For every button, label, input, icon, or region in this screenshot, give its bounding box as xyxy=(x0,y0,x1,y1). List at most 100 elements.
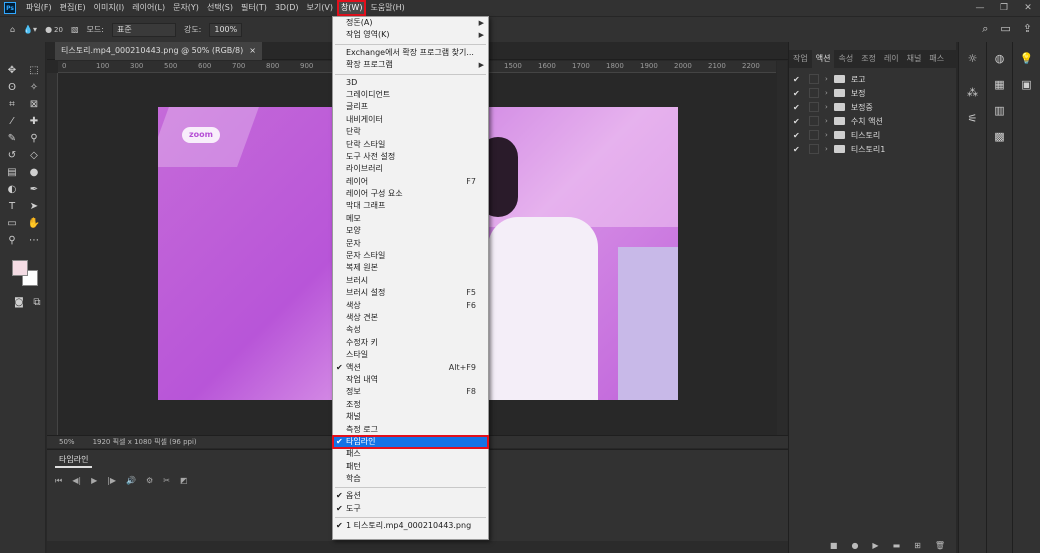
workspace-icon[interactable]: ▭ xyxy=(1000,22,1010,36)
play-icon[interactable]: ▶ xyxy=(91,476,97,486)
lasso-tool-icon[interactable]: ʘ xyxy=(1,79,23,96)
prev-frame-icon[interactable]: ◀| xyxy=(72,476,81,486)
window-menu-item[interactable]: 색상 F6 xyxy=(333,300,488,312)
history-brush-tool-icon[interactable]: ↺ xyxy=(1,147,23,164)
zoom-tool-icon[interactable]: ⚲ xyxy=(1,232,23,249)
menu-item-9[interactable]: 창(W) xyxy=(336,0,367,16)
zoom-level[interactable]: 50% xyxy=(59,438,75,446)
adjust-icon[interactable]: ⚟ xyxy=(962,108,984,128)
action-set-row[interactable]: ✔ › 수치 액션 xyxy=(789,114,956,128)
window-menu-item[interactable]: 채널 xyxy=(333,411,488,423)
window-menu-item[interactable]: 그레이디언트 xyxy=(333,89,488,101)
vertical-ruler[interactable] xyxy=(47,73,58,435)
dodge-tool-icon[interactable]: ◐ xyxy=(1,181,23,198)
window-menu-item[interactable]: ✔ 액션 Alt+F9 xyxy=(333,362,488,374)
panel-tab-2[interactable]: 속성 xyxy=(834,50,857,68)
window-menu-item[interactable]: ✔ 옵션 xyxy=(333,490,488,502)
move-tool-icon[interactable]: ✥ xyxy=(1,62,23,79)
action-toggle-check-icon[interactable]: ✔ xyxy=(793,89,803,98)
panel-tab-4[interactable]: 레이 xyxy=(880,50,903,68)
dialog-toggle-box[interactable] xyxy=(809,144,819,154)
window-menu-item[interactable]: 패턴 xyxy=(333,461,488,473)
menu-item-6[interactable]: 필터(T) xyxy=(237,0,271,16)
foreground-color-swatch[interactable] xyxy=(12,260,28,276)
menu-item-8[interactable]: 보기(V) xyxy=(303,0,337,16)
window-menu-item[interactable]: 3D xyxy=(333,77,488,89)
window-menu-item[interactable]: 단락 xyxy=(333,126,488,138)
new-action-icon[interactable]: ⊞ xyxy=(914,541,921,550)
action-set-row[interactable]: ✔ › 보정 xyxy=(789,86,956,100)
transition-icon[interactable]: ◩ xyxy=(180,476,188,486)
gradient-panel-icon[interactable]: ▥ xyxy=(989,100,1011,120)
record-icon[interactable]: ● xyxy=(851,541,858,550)
window-menu-item[interactable]: 수정자 키 xyxy=(333,337,488,349)
window-menu-item[interactable]: ✔ 타임라인 xyxy=(332,434,489,450)
window-menu-item[interactable]: 정보 F8 xyxy=(333,386,488,398)
window-menu-item[interactable]: 도구 사전 설정 xyxy=(333,151,488,163)
window-menu-item[interactable]: 패스 xyxy=(333,448,488,460)
dialog-toggle-box[interactable] xyxy=(809,130,819,140)
window-menu-item[interactable]: ✔ 도구 xyxy=(333,503,488,515)
blur-tool-icon-active[interactable]: ● xyxy=(23,164,45,181)
close-button[interactable]: ✕ xyxy=(1016,0,1040,16)
screen-mode-icon[interactable]: ⧉ xyxy=(26,294,48,311)
window-menu-item[interactable]: 단락 스타일 xyxy=(333,139,488,151)
window-menu-item[interactable]: 라이브러리 xyxy=(333,163,488,175)
rectangle-tool-icon[interactable]: ▭ xyxy=(1,215,23,232)
window-menu-item[interactable]: 속성 xyxy=(333,324,488,336)
color-panel-icon[interactable]: ◍ xyxy=(989,48,1011,68)
expand-chevron-icon[interactable]: › xyxy=(825,131,828,139)
expand-chevron-icon[interactable]: › xyxy=(825,145,828,153)
window-menu-item[interactable]: 정돈(A) ▶ xyxy=(333,17,488,29)
action-toggle-check-icon[interactable]: ✔ xyxy=(793,75,803,84)
eyedropper-tool-icon[interactable]: ⁄ xyxy=(1,113,23,130)
panel-tab-5[interactable]: 채널 xyxy=(903,50,926,68)
action-toggle-check-icon[interactable]: ✔ xyxy=(793,131,803,140)
dialog-toggle-box[interactable] xyxy=(809,116,819,126)
expand-chevron-icon[interactable]: › xyxy=(825,103,828,111)
menu-item-3[interactable]: 레이어(L) xyxy=(128,0,169,16)
new-set-icon[interactable]: ▬ xyxy=(893,541,901,550)
delete-icon[interactable]: 🗑 xyxy=(935,541,945,550)
brush-settings-icon[interactable]: ▧ xyxy=(71,25,79,34)
action-set-row[interactable]: ✔ › 로고 xyxy=(789,72,956,86)
window-menu-item[interactable]: 학습 xyxy=(333,473,488,485)
document-tab[interactable]: 티스토리.mp4_000210443.png @ 50% (RGB/8) × xyxy=(55,42,262,60)
pattern-panel-icon[interactable]: ▩ xyxy=(989,126,1011,146)
crop-tool-icon[interactable]: ⌗ xyxy=(1,96,23,113)
menu-item-1[interactable]: 편집(E) xyxy=(56,0,90,16)
menu-item-10[interactable]: 도움말(H) xyxy=(366,0,408,16)
more-tools-icon[interactable]: ⋯ xyxy=(23,232,45,249)
window-menu-item[interactable]: 글리프 xyxy=(333,101,488,113)
blur-tool-icon[interactable]: 💧▾ xyxy=(23,25,37,34)
menu-item-7[interactable]: 3D(D) xyxy=(271,0,303,16)
expand-chevron-icon[interactable]: › xyxy=(825,75,828,83)
action-toggle-check-icon[interactable]: ✔ xyxy=(793,117,803,126)
window-menu-item[interactable]: 작업 내역 xyxy=(333,374,488,386)
menu-item-0[interactable]: 파일(F) xyxy=(22,0,56,16)
opacity-input[interactable]: 100% xyxy=(209,22,243,37)
settings-icon[interactable]: ⚙ xyxy=(146,476,153,486)
hand-tool-icon[interactable]: ✋ xyxy=(23,215,45,232)
panel-tab-0[interactable]: 작업 xyxy=(789,50,812,68)
window-menu-item[interactable]: 내비게이터 xyxy=(333,114,488,126)
brush-tool-icon[interactable]: ✎ xyxy=(1,130,23,147)
healing-brush-tool-icon[interactable]: ✚ xyxy=(23,113,45,130)
action-set-row[interactable]: ✔ › 티스토리 xyxy=(789,128,956,142)
home-icon[interactable]: ⌂ xyxy=(10,25,15,34)
window-menu-item[interactable]: 브러시 xyxy=(333,275,488,287)
mode-select[interactable]: 표준 xyxy=(111,22,176,37)
window-menu-item[interactable]: 복제 원본 xyxy=(333,262,488,274)
first-frame-icon[interactable]: ⏮ xyxy=(55,476,62,486)
audio-icon[interactable]: 🔊 xyxy=(126,476,136,486)
window-menu-item[interactable]: 레이어 F7 xyxy=(333,176,488,188)
window-menu-item[interactable]: Exchange에서 확장 프로그램 찾기... xyxy=(333,47,488,59)
window-menu-item[interactable]: 문자 스타일 xyxy=(333,250,488,262)
search-icon[interactable]: ⌕ xyxy=(982,22,988,36)
window-menu-item[interactable]: 확장 프로그램 ▶ xyxy=(333,59,488,71)
window-menu-item[interactable]: ✔ 1 티스토리.mp4_000210443.png xyxy=(333,520,488,532)
gradient-tool-icon[interactable]: ▤ xyxy=(1,164,23,181)
action-set-row[interactable]: ✔ › 티스토리1 xyxy=(789,142,956,156)
restore-button[interactable]: ❐ xyxy=(992,0,1016,16)
window-menu-item[interactable]: 레이어 구성 요소 xyxy=(333,188,488,200)
